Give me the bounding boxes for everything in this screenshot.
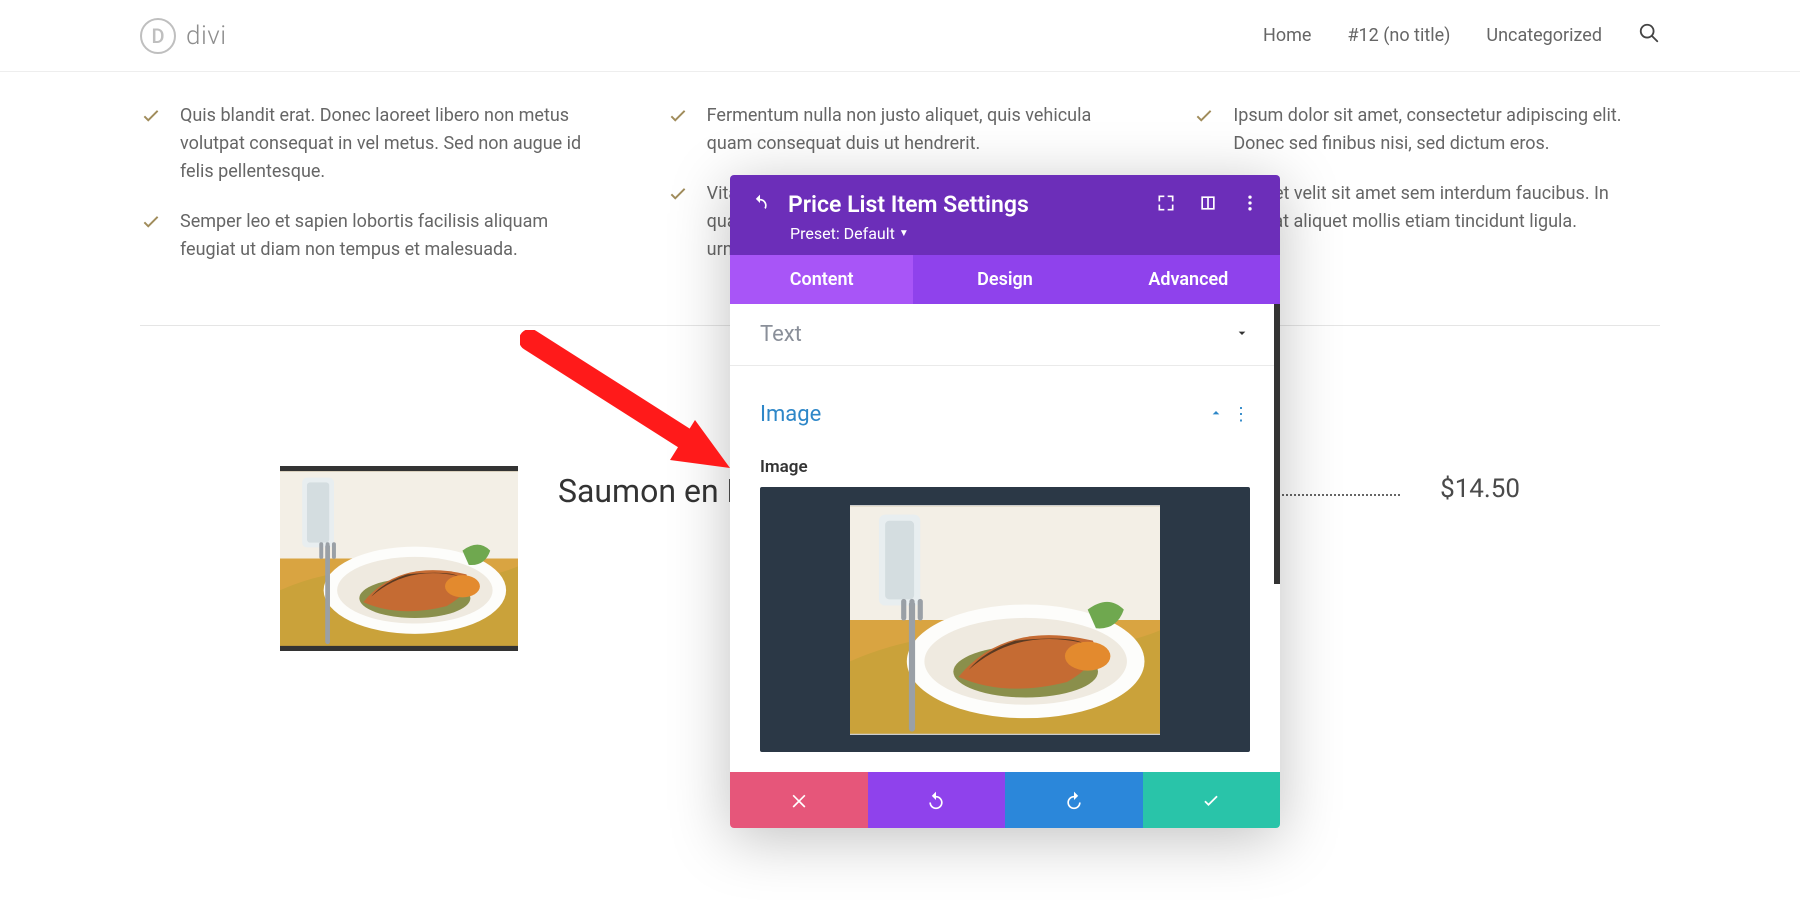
undo-button[interactable] — [868, 772, 1006, 828]
preset-label: Preset: Default — [790, 224, 895, 243]
check-icon — [140, 104, 162, 186]
chevron-up-icon — [1208, 405, 1224, 425]
field-label-image: Image — [730, 445, 1280, 487]
expand-icon[interactable] — [1156, 193, 1176, 217]
modal-footer — [730, 772, 1280, 828]
site-header: D divi Home #12 (no title) Uncategorized — [0, 0, 1800, 72]
modal-tabs: Content Design Advanced — [730, 255, 1280, 304]
image-preview — [850, 505, 1160, 735]
blurb-item: Ipsum dolor sit amet, consectetur adipis… — [1193, 102, 1660, 158]
nav-home[interactable]: Home — [1263, 25, 1311, 46]
more-icon[interactable] — [1240, 193, 1260, 217]
blurb-text: Fermentum nulla non justo aliquet, quis … — [707, 102, 1134, 158]
price-item-thumbnail[interactable] — [280, 466, 518, 651]
check-icon — [1193, 104, 1215, 158]
back-icon[interactable] — [750, 193, 770, 217]
tab-design[interactable]: Design — [913, 255, 1096, 304]
tab-advanced[interactable]: Advanced — [1097, 255, 1280, 304]
blurb-text: Quis blandit erat. Donec laoreet libero … — [180, 102, 607, 186]
check-icon — [667, 182, 689, 264]
logo[interactable]: D divi — [140, 18, 227, 54]
blurb-text: Aliquet velit sit amet sem interdum fauc… — [1233, 180, 1660, 236]
section-title-image: Image — [760, 402, 821, 427]
section-title-text: Text — [760, 322, 802, 347]
nav-item-12[interactable]: #12 (no title) — [1347, 25, 1450, 46]
image-upload-well[interactable] — [760, 487, 1250, 752]
settings-modal: Price List Item Settings Preset: Default… — [730, 175, 1280, 828]
responsive-icon[interactable] — [1198, 193, 1218, 217]
blurb-text: Ipsum dolor sit amet, consectetur adipis… — [1233, 102, 1660, 158]
search-icon[interactable] — [1638, 22, 1660, 49]
check-icon — [667, 104, 689, 158]
section-image[interactable]: Image ⋮ — [730, 366, 1280, 445]
cancel-button[interactable] — [730, 772, 868, 828]
section-more-icon[interactable]: ⋮ — [1232, 404, 1250, 425]
preset-selector[interactable]: Preset: Default ▼ — [790, 224, 1260, 243]
blurb-item: Semper leo et sapien lobortis facilisis … — [140, 208, 607, 264]
blurb-item: Fermentum nulla non justo aliquet, quis … — [667, 102, 1134, 158]
check-icon — [140, 210, 162, 264]
caret-down-icon: ▼ — [899, 228, 909, 239]
modal-title: Price List Item Settings — [788, 191, 1138, 218]
chevron-down-icon — [1234, 325, 1250, 345]
save-button[interactable] — [1143, 772, 1281, 828]
modal-header: Price List Item Settings Preset: Default… — [730, 175, 1280, 255]
redo-button[interactable] — [1005, 772, 1143, 828]
modal-body: Text Image ⋮ Image — [730, 304, 1280, 752]
logo-mark: D — [140, 18, 176, 54]
primary-nav: Home #12 (no title) Uncategorized — [1263, 22, 1660, 49]
tab-content[interactable]: Content — [730, 255, 913, 304]
price-item-amount: $14.50 — [1440, 474, 1520, 504]
nav-uncategorized[interactable]: Uncategorized — [1486, 25, 1602, 46]
logo-text: divi — [186, 21, 227, 51]
scrollbar[interactable] — [1274, 304, 1280, 584]
section-text[interactable]: Text — [730, 304, 1280, 365]
blurb-text: Semper leo et sapien lobortis facilisis … — [180, 208, 607, 264]
blurb-item: Quis blandit erat. Donec laoreet libero … — [140, 102, 607, 186]
